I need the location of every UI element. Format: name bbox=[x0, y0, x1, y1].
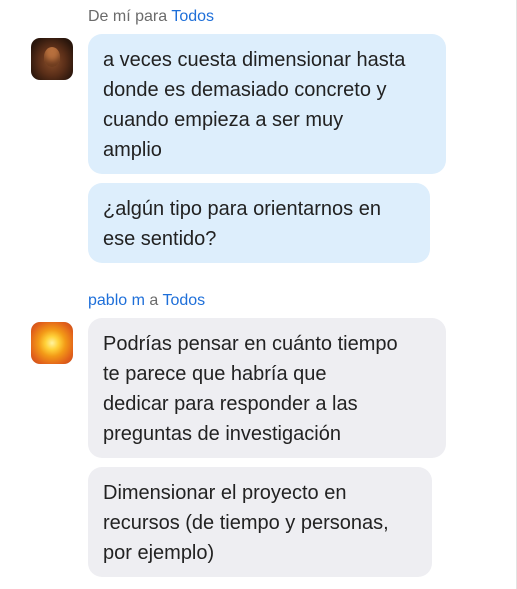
chat-panel: De mí para Todos a veces cuesta dimensio… bbox=[0, 0, 517, 589]
message-line: a veces cuesta dimensionar hasta bbox=[103, 49, 406, 71]
message-line: Podrías pensar en cuánto tiempo bbox=[103, 333, 398, 355]
sender-name[interactable]: pablo m bbox=[88, 292, 145, 309]
message-bubble[interactable]: Dimensionar el proyecto en recursos (de … bbox=[88, 467, 432, 577]
message-line: dedicar para responder a las bbox=[103, 393, 358, 415]
message-line: Dimensionar el proyecto en bbox=[103, 482, 347, 504]
message-line: amplio bbox=[103, 139, 162, 161]
sender-name: De mí bbox=[88, 8, 131, 25]
message-line: preguntas de investigación bbox=[103, 423, 341, 445]
message-line: ese sentido? bbox=[103, 228, 217, 250]
message-line: donde es demasiado concreto y bbox=[103, 79, 387, 101]
header-connector: para bbox=[135, 8, 168, 25]
message-bubble[interactable]: a veces cuesta dimensionar hasta donde e… bbox=[88, 34, 446, 174]
message-bubble[interactable]: Podrías pensar en cuánto tiempo te parec… bbox=[88, 318, 446, 458]
message-bubble[interactable]: ¿algún tipo para orientarnos en ese sent… bbox=[88, 183, 430, 263]
avatar bbox=[31, 322, 73, 364]
message-line: por ejemplo) bbox=[103, 542, 215, 564]
message-header-me: De mí para Todos bbox=[88, 8, 214, 26]
recipient-link[interactable]: Todos bbox=[171, 8, 214, 25]
message-line: te parece que habría que bbox=[103, 363, 327, 385]
recipient-link[interactable]: Todos bbox=[162, 292, 205, 309]
avatar bbox=[31, 38, 73, 80]
message-line: cuando empieza a ser muy bbox=[103, 109, 344, 131]
message-line: ¿algún tipo para orientarnos en bbox=[103, 198, 381, 220]
message-header-pablo: pablo m a Todos bbox=[88, 292, 205, 310]
message-line: recursos (de tiempo y personas, bbox=[103, 512, 389, 534]
header-connector: a bbox=[149, 292, 159, 309]
